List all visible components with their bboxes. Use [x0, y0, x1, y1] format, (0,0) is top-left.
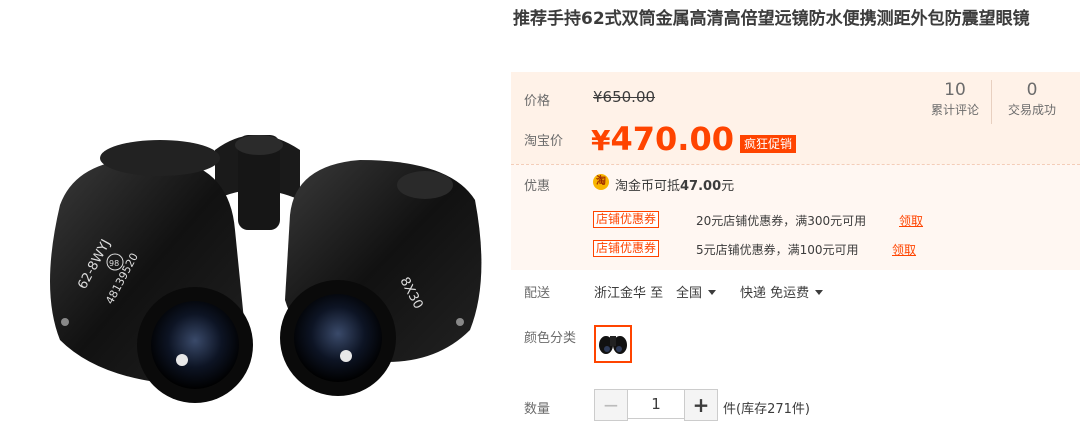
delivery-destination-select[interactable]: 全国: [676, 282, 717, 301]
binoculars-thumbnail-icon: [596, 327, 630, 361]
transaction-count-value: 0: [1026, 80, 1038, 100]
price-label: 价格: [524, 94, 551, 109]
coin-deduction-amount: 47.00: [680, 179, 722, 194]
coupon-description: 20元店铺优惠券，满300元可用: [696, 214, 867, 228]
product-info: 推荐手持62式双筒金属高清高倍望远镜防水便携测距外包防震望眼镜 价格 ¥650.…: [511, 0, 1080, 427]
transaction-count-label: 交易成功: [1007, 103, 1056, 117]
quantity-label: 数量: [524, 402, 551, 417]
store-coupon-tag: 店铺优惠券: [593, 211, 660, 228]
quantity-stepper: − +: [594, 389, 718, 421]
binoculars-illustration: 62-8WYJ 48139520 98 8X30: [50, 135, 482, 403]
product-image[interactable]: 62-8WYJ 48139520 98 8X30: [0, 0, 505, 427]
chevron-down-icon: [708, 290, 717, 295]
transaction-count[interactable]: 0 交易成功: [1001, 80, 1063, 118]
delivery-destination: 全国: [676, 286, 703, 301]
original-price: ¥650.00: [593, 88, 656, 106]
promotions-label: 优惠: [524, 179, 551, 194]
review-count[interactable]: 10 累计评论: [925, 80, 985, 118]
color-swatch-selected[interactable]: [594, 325, 632, 363]
promo-badge: 疯狂促销: [740, 135, 797, 153]
current-price-value: 470.00: [610, 120, 734, 158]
chevron-down-icon: [815, 290, 824, 295]
product-title: 推荐手持62式双筒金属高清高倍望远镜防水便携测距外包防震望眼镜: [513, 9, 1030, 29]
store-coupon-tag: 店铺优惠券: [593, 240, 660, 257]
badge-engraving: 98: [109, 259, 119, 268]
currency-symbol: ¥: [591, 124, 611, 157]
coin-deduction-prefix: 淘金币可抵: [615, 179, 681, 194]
quantity-input[interactable]: [628, 389, 684, 419]
price-panel: 价格 ¥650.00 淘宝价 ¥470.00 疯狂促销 10 累计评论 0 交易…: [511, 72, 1080, 164]
shipping-method-select[interactable]: 快递 免运费: [740, 282, 824, 301]
stock-text: 件(库存271件): [723, 402, 810, 417]
delivery-label: 配送: [524, 286, 551, 301]
taobao-price-label: 淘宝价: [524, 134, 564, 149]
current-price: ¥470.00: [591, 120, 734, 158]
delivery-origin: 浙江金华 至: [594, 286, 664, 301]
stat-divider: [991, 80, 992, 124]
decrease-quantity-button[interactable]: −: [594, 389, 628, 421]
claim-coupon-link[interactable]: 领取: [899, 212, 923, 229]
review-count-label: 累计评论: [930, 103, 979, 117]
increase-quantity-button[interactable]: +: [684, 389, 718, 421]
claim-coupon-link[interactable]: 领取: [892, 241, 916, 258]
color-label: 颜色分类: [524, 331, 577, 346]
shipping-method: 快递 免运费: [740, 286, 810, 301]
review-count-value: 10: [944, 80, 966, 100]
promotions-panel: 优惠 淘 淘金币可抵47.00元 店铺优惠券 20元店铺优惠券，满300元可用 …: [511, 164, 1080, 270]
taojinbi-coin-icon: 淘: [593, 174, 609, 190]
coin-deduction-text: 淘金币可抵47.00元: [615, 175, 734, 194]
coupon-description: 5元店铺优惠券，满100元可用: [696, 243, 859, 257]
coin-deduction-suffix: 元: [721, 179, 735, 194]
